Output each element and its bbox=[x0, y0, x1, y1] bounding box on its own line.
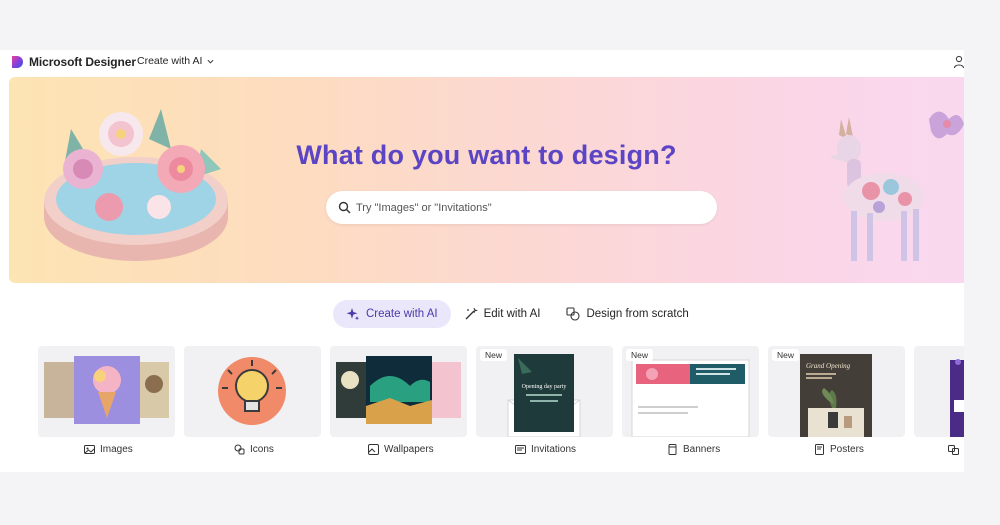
category-card-images[interactable] bbox=[38, 346, 175, 437]
paper-deer-butterfly-illustration bbox=[829, 111, 964, 261]
image-icon bbox=[84, 445, 95, 454]
new-badge: New bbox=[480, 349, 508, 361]
tab-design-from-scratch-label: Design from scratch bbox=[586, 308, 689, 320]
wallpaper-icon bbox=[368, 444, 379, 455]
wallpapers-label-text: Wallpapers bbox=[384, 444, 434, 455]
category-card-posters[interactable]: Grand Opening New bbox=[768, 346, 905, 437]
banner-icon bbox=[668, 444, 677, 455]
shapes-icon bbox=[566, 307, 581, 321]
images-thumbnail bbox=[44, 356, 169, 424]
create-menu-label: Create with AI bbox=[137, 55, 203, 67]
icons-label-text: Icons bbox=[250, 444, 274, 455]
category-card-icons[interactable] bbox=[184, 346, 321, 437]
icon-set-icon bbox=[234, 444, 245, 455]
posters-label-text: Posters bbox=[830, 444, 864, 455]
tab-create-with-ai[interactable]: Create with AI bbox=[333, 300, 451, 328]
images-label-text: Images bbox=[100, 444, 133, 455]
invitation-card-text: Opening day party bbox=[522, 384, 567, 390]
page-background: Microsoft Designer Create with AI What d… bbox=[0, 0, 1000, 525]
category-card-wallpapers[interactable] bbox=[330, 346, 467, 437]
tab-create-with-ai-label: Create with AI bbox=[366, 308, 438, 320]
tab-edit-with-ai[interactable]: Edit with AI bbox=[451, 300, 554, 328]
top-bar: Microsoft Designer Create with AI bbox=[0, 50, 964, 76]
category-label-icons[interactable]: Icons bbox=[234, 444, 274, 455]
tab-design-from-scratch[interactable]: Design from scratch bbox=[553, 300, 701, 328]
new-badge: New bbox=[772, 349, 800, 361]
category-label-images[interactable]: Images bbox=[84, 444, 133, 455]
hero-banner: What do you want to design? bbox=[9, 77, 964, 283]
sparkle-icon bbox=[346, 308, 360, 321]
designer-app: Microsoft Designer Create with AI What d… bbox=[0, 50, 964, 472]
chevron-down-icon bbox=[207, 59, 214, 64]
tab-edit-with-ai-label: Edit with AI bbox=[483, 308, 541, 320]
paper-flower-platter-illustration bbox=[44, 109, 228, 261]
poster-icon bbox=[815, 444, 824, 455]
create-with-ai-menu[interactable]: Create with AI bbox=[137, 55, 214, 67]
new-badge: New bbox=[626, 349, 654, 361]
profile-icon[interactable] bbox=[953, 55, 964, 69]
banners-label-text: Banners bbox=[683, 444, 721, 455]
creation-mode-tabs: Create with AI Edit with AI Design from … bbox=[333, 300, 702, 328]
partial-thumbnail bbox=[950, 359, 964, 437]
invitation-icon bbox=[515, 445, 526, 454]
search-input[interactable] bbox=[356, 199, 696, 216]
category-label-posters[interactable]: Posters bbox=[814, 444, 864, 455]
icons-thumbnail bbox=[218, 357, 286, 425]
brand-name: Microsoft Designer bbox=[29, 55, 136, 69]
category-carousel: Images Icons Wallpapers Opening day part… bbox=[38, 346, 964, 466]
category-card-invitations[interactable]: Opening day party New bbox=[476, 346, 613, 437]
category-label-invitations[interactable]: Invitations bbox=[515, 444, 576, 455]
designer-logo-icon bbox=[12, 56, 23, 68]
category-card-banners[interactable]: New bbox=[622, 346, 759, 437]
search-icon bbox=[338, 201, 351, 214]
category-label-partial[interactable] bbox=[948, 444, 959, 455]
magic-wand-icon bbox=[465, 307, 478, 320]
wallpapers-thumbnail bbox=[336, 356, 461, 424]
invitations-label-text: Invitations bbox=[531, 444, 577, 455]
category-label-banners[interactable]: Banners bbox=[667, 444, 720, 455]
poster-card-text: Grand Opening bbox=[806, 362, 851, 370]
category-card-partial[interactable] bbox=[914, 346, 964, 437]
search-bar[interactable] bbox=[326, 191, 717, 224]
more-icon bbox=[948, 445, 959, 455]
category-label-wallpapers[interactable]: Wallpapers bbox=[368, 444, 434, 455]
